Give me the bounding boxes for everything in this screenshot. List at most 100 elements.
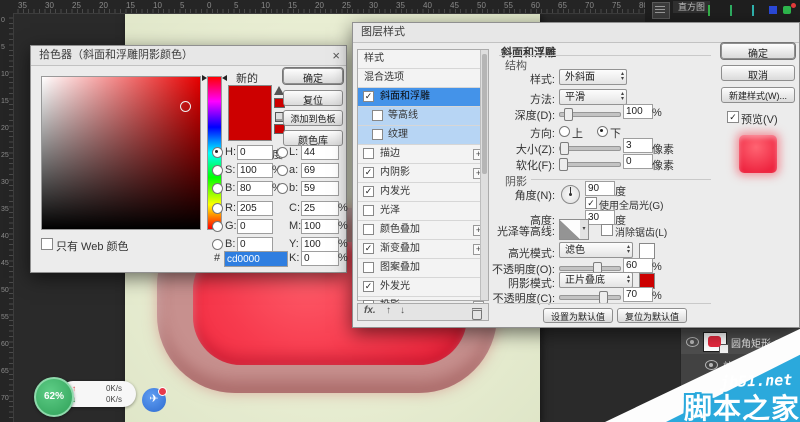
C-input[interactable]: [301, 201, 339, 216]
sat-input[interactable]: [237, 163, 273, 178]
effect-checkbox[interactable]: ✓: [363, 186, 374, 197]
contour-dropdown-arrow-icon[interactable]: ▾: [580, 219, 589, 240]
effect-checkbox[interactable]: ✓: [363, 91, 374, 102]
hue-slider-arrow-icon[interactable]: [202, 75, 207, 81]
reset-default-button[interactable]: 复位为默认值: [617, 308, 687, 323]
highlight-opacity-slider[interactable]: [559, 266, 621, 271]
effect-item-8[interactable]: 光泽: [358, 202, 488, 221]
direction-down-radio[interactable]: [597, 126, 608, 137]
color-field-marker[interactable]: [180, 101, 191, 112]
effect-checkbox[interactable]: [372, 110, 383, 121]
effect-item-3[interactable]: 等高线: [358, 107, 488, 126]
L-radio[interactable]: [277, 147, 288, 158]
visibility-eye-icon[interactable]: [686, 337, 699, 347]
shadow-opacity-slider[interactable]: [559, 295, 621, 300]
b-lab-input[interactable]: [301, 181, 339, 196]
shadow-mode-dropdown[interactable]: 正片叠底▴▾: [559, 272, 633, 288]
bri-input[interactable]: [237, 181, 273, 196]
depth-slider[interactable]: [559, 112, 621, 117]
effect-item-5[interactable]: 描边+: [358, 145, 488, 164]
move-up-icon[interactable]: ↑: [386, 305, 391, 316]
hue-slider-arrow-icon[interactable]: [222, 75, 227, 81]
color-libraries-button[interactable]: 颜色库: [283, 130, 343, 146]
ok-button[interactable]: 确定: [721, 43, 795, 59]
effect-item-2[interactable]: ✓斜面和浮雕: [358, 88, 488, 107]
hue-radio[interactable]: [212, 147, 223, 158]
Y-input[interactable]: [301, 237, 339, 252]
layer-row[interactable]: 圆角矩形 1: [681, 329, 800, 354]
cancel-button[interactable]: 取消: [721, 65, 795, 81]
effect-item-6[interactable]: ✓内阴影+: [358, 164, 488, 183]
anti-alias-checkbox[interactable]: [601, 224, 613, 236]
layer-thumbnail[interactable]: [703, 332, 727, 352]
fx-icon[interactable]: fx.: [364, 305, 376, 316]
effect-item-0[interactable]: 样式: [358, 50, 488, 69]
effect-checkbox[interactable]: [363, 262, 374, 273]
effect-item-1[interactable]: 混合选项: [358, 69, 488, 88]
effect-item-7[interactable]: ✓内发光: [358, 183, 488, 202]
L-input[interactable]: [301, 145, 339, 160]
blue-radio[interactable]: [212, 239, 223, 250]
bevel-style-dropdown[interactable]: 外斜面▴▾: [559, 69, 627, 85]
direction-up-radio[interactable]: [559, 126, 570, 137]
ok-button[interactable]: 确定: [283, 68, 343, 84]
reset-button[interactable]: 复位: [283, 90, 343, 106]
soften-slider[interactable]: [559, 162, 621, 167]
delete-effect-trash-icon[interactable]: [472, 308, 482, 320]
depth-input[interactable]: [623, 104, 653, 119]
boost-icon[interactable]: ✈: [142, 388, 166, 412]
global-light-checkbox[interactable]: ✓: [585, 197, 597, 209]
b-lab-radio[interactable]: [277, 183, 288, 194]
vertical-ruler[interactable]: 051015202530354045505560657075: [0, 13, 14, 422]
bri-radio[interactable]: [212, 183, 223, 194]
effect-checkbox[interactable]: ✓: [363, 281, 374, 292]
set-default-button[interactable]: 设置为默认值: [543, 308, 613, 323]
effects-row[interactable]: 效果: [681, 355, 800, 373]
depth-slider-knob[interactable]: [564, 108, 573, 121]
green-input[interactable]: [237, 219, 273, 234]
effect-checkbox[interactable]: [363, 224, 374, 235]
K-input[interactable]: [301, 251, 339, 266]
highlight-opacity-input[interactable]: [623, 258, 653, 273]
altitude-input[interactable]: [585, 210, 615, 225]
panel-list-icon[interactable]: [652, 2, 670, 19]
size-slider-knob[interactable]: [560, 142, 569, 155]
soften-slider-knob[interactable]: [559, 158, 568, 171]
close-icon[interactable]: ×: [332, 46, 340, 65]
network-speed-widget[interactable]: ↑ 0K/s ↓ 0K/s ✈ 62%: [34, 375, 144, 417]
red-radio[interactable]: [212, 203, 223, 214]
hue-input[interactable]: [237, 145, 273, 160]
blue-input[interactable]: [237, 237, 273, 252]
visibility-eye-icon[interactable]: [705, 360, 718, 370]
size-input[interactable]: [623, 138, 653, 153]
web-only-checkbox[interactable]: [41, 238, 53, 250]
hex-input[interactable]: [224, 251, 288, 267]
M-input[interactable]: [301, 219, 339, 234]
shadow-opacity-input[interactable]: [623, 287, 653, 302]
layer-name[interactable]: 圆角矩形 1: [731, 335, 779, 350]
saturation-brightness-field[interactable]: [41, 76, 201, 230]
sat-radio[interactable]: [212, 165, 223, 176]
a-input[interactable]: [301, 163, 339, 178]
soften-input[interactable]: [623, 154, 653, 169]
highlight-color-swatch[interactable]: [639, 243, 655, 259]
effect-checkbox[interactable]: [372, 129, 383, 140]
new-style-button[interactable]: 新建样式(W)...: [721, 87, 795, 103]
memory-percent-badge[interactable]: 62%: [34, 377, 74, 417]
size-slider[interactable]: [559, 146, 621, 151]
effect-checkbox[interactable]: [363, 148, 374, 159]
angle-input[interactable]: [585, 181, 615, 196]
effect-checkbox[interactable]: [363, 205, 374, 216]
preview-checkbox[interactable]: ✓: [727, 111, 739, 123]
effect-checkbox[interactable]: ✓: [363, 243, 374, 254]
a-radio[interactable]: [277, 165, 288, 176]
gloss-contour-thumbnail[interactable]: [559, 219, 581, 240]
red-input[interactable]: [237, 201, 273, 216]
move-down-icon[interactable]: ↓: [400, 305, 405, 316]
tab-histogram[interactable]: 直方图: [673, 1, 710, 13]
effect-checkbox[interactable]: ✓: [363, 167, 374, 178]
angle-dial[interactable]: [561, 185, 580, 204]
highlight-mode-dropdown[interactable]: 滤色▴▾: [559, 242, 633, 258]
technique-dropdown[interactable]: 平滑▴▾: [559, 89, 627, 105]
green-radio[interactable]: [212, 221, 223, 232]
